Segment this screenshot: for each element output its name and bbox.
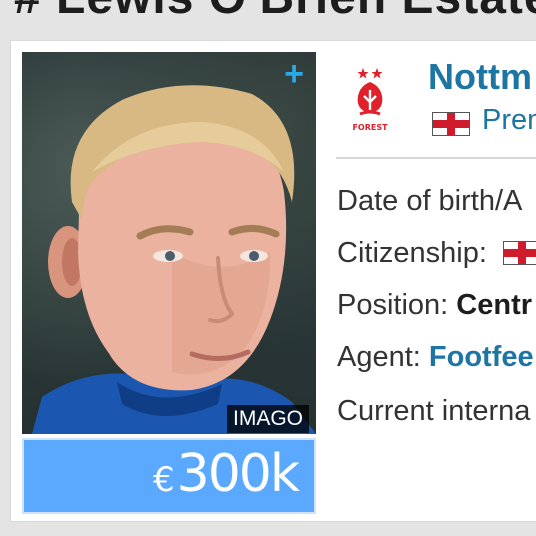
league-name-link[interactable]: Prem	[482, 104, 536, 137]
club-crest-icon[interactable]: FOREST	[352, 66, 388, 136]
info-row-dob: Date of birth/A	[337, 185, 522, 218]
plus-icon[interactable]: +	[280, 57, 308, 91]
position-value: Centr	[456, 289, 533, 321]
agent-label: Agent:	[337, 341, 421, 373]
position-label: Position:	[337, 289, 449, 321]
england-flag-icon	[432, 112, 470, 136]
agent-link[interactable]: Footfee	[429, 341, 534, 373]
info-row-international: Current interna	[337, 395, 530, 428]
player-photo[interactable]: +	[22, 52, 316, 434]
info-row-agent: Agent: Footfee	[337, 341, 534, 374]
photo-credit: IMAGO	[227, 405, 310, 433]
player-portrait-image	[32, 85, 316, 434]
citizenship-label: Citizenship:	[337, 237, 487, 269]
club-name-link[interactable]: Nottm	[428, 56, 532, 98]
top-band: # Lewis O'Brien Estates	[0, 0, 536, 38]
divider	[336, 157, 536, 159]
dob-label: Date of birth/A	[337, 185, 523, 217]
info-row-position: Position: Centr	[337, 289, 532, 322]
market-value-box[interactable]: € 300k	[22, 438, 316, 514]
citizenship-flag-icon	[502, 241, 536, 265]
club-crest-text: FOREST	[352, 123, 388, 132]
market-value-currency: €	[152, 460, 175, 500]
international-label: Current interna	[337, 395, 531, 427]
market-value: € 300k	[152, 444, 300, 504]
info-row-citizenship: Citizenship:	[337, 237, 536, 270]
market-value-amount: 300k	[176, 444, 300, 504]
page-title-partial: # Lewis O'Brien Estates	[14, 0, 536, 25]
